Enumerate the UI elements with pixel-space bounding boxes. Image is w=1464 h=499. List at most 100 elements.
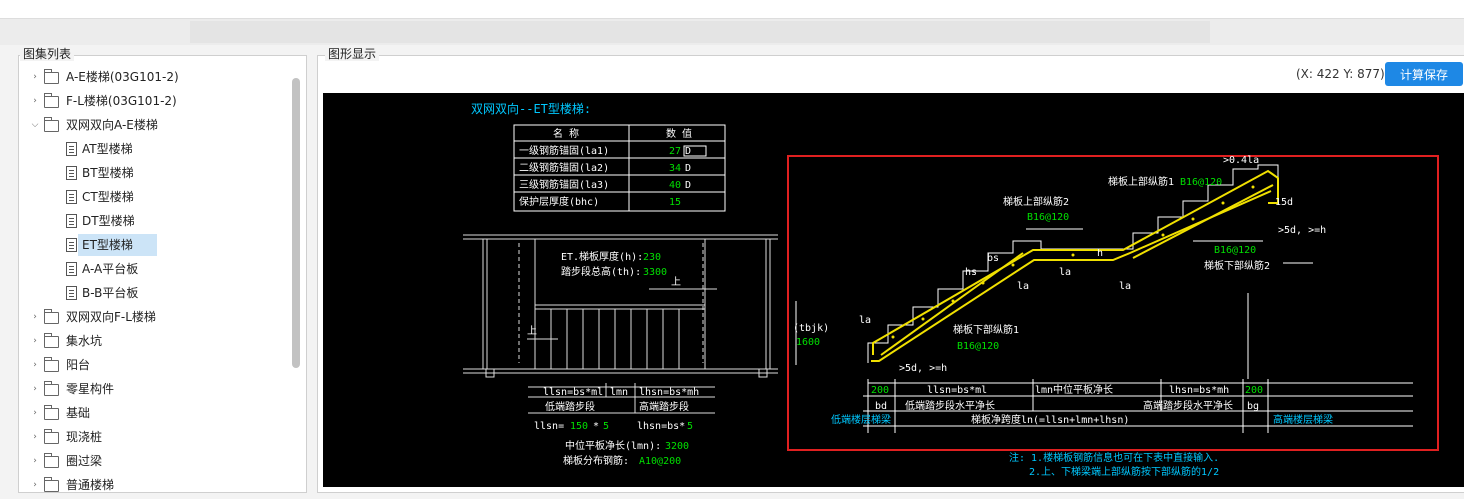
chevron-right-icon[interactable]: ›: [30, 66, 40, 88]
chevron-right-icon[interactable]: ›: [30, 330, 40, 352]
sec-la-2: la: [1017, 281, 1029, 292]
chevron-right-icon[interactable]: ›: [30, 474, 40, 496]
tree-item[interactable]: › 双网双向F-L楼梯: [24, 306, 286, 330]
folder-icon: [44, 405, 59, 420]
tree-item[interactable]: BT型楼梯: [24, 162, 286, 186]
chevron-right-icon[interactable]: ›: [30, 90, 40, 112]
folder-icon: [44, 93, 59, 108]
sec-bg-value: 200: [1245, 385, 1263, 396]
tree-item-label: 圈过梁: [66, 454, 103, 468]
folder-icon: [44, 69, 59, 84]
sec-bot2-value: B16@120: [1214, 245, 1256, 256]
window-title-bar: [0, 0, 1464, 19]
sec-top2-label: 梯板上部纵筋2: [1003, 195, 1069, 208]
folder-icon: [44, 477, 59, 492]
atlas-tree: › A-E楼梯(03G101-2) › F-L楼梯(03G101-2) ⌵ 双网双向A-E…: [24, 66, 286, 498]
tree-item-label: 零星构件: [66, 382, 115, 396]
sec-hs: hs: [965, 267, 977, 278]
folder-icon: [44, 309, 59, 324]
param-value[interactable]: 27: [669, 146, 681, 157]
tree-item-label: ET型楼梯: [78, 234, 157, 256]
tree-item[interactable]: › 阳台: [24, 354, 286, 378]
sec-la-1: la: [1059, 267, 1071, 278]
note-line-1: 注: 1.楼梯板钢筋信息也可在下表中直接输入.: [1009, 451, 1219, 464]
tree-item[interactable]: › 零星构件: [24, 378, 286, 402]
chevron-right-icon[interactable]: ›: [30, 306, 40, 328]
tree-item[interactable]: AT型楼梯: [24, 138, 286, 162]
tree-item[interactable]: › A-E楼梯(03G101-2): [24, 66, 286, 90]
folder-icon: [44, 381, 59, 396]
sec-5d-left: >5d, >=h: [899, 363, 947, 374]
toolbar: [0, 19, 1464, 45]
param-value[interactable]: 40: [669, 180, 681, 191]
sec-tbjk: (tbjk): [793, 323, 829, 334]
chevron-right-icon[interactable]: ›: [30, 378, 40, 400]
tree-item-label: 双网双向A-E楼梯: [66, 118, 158, 132]
tree-item[interactable]: › F-L楼梯(03G101-2): [24, 90, 286, 114]
param-name: 三级钢筋锚固(la3): [519, 178, 609, 191]
param-value[interactable]: 15: [669, 197, 681, 208]
tree-item[interactable]: B-B平台板: [24, 282, 286, 306]
sec-bd-value: 200: [871, 385, 889, 396]
document-icon: [66, 166, 77, 180]
param-value[interactable]: 34: [669, 163, 681, 174]
tree-item[interactable]: ET型楼梯: [24, 234, 286, 258]
document-icon: [66, 190, 77, 204]
tree-item-label: B-B平台板: [82, 286, 139, 300]
lhsn-count: 5: [687, 421, 693, 432]
tree-item[interactable]: › 普通楼梯: [24, 474, 286, 498]
mid-plate-value: 3200: [665, 441, 689, 452]
cursor-coords: (X: 422 Y: 877): [1296, 67, 1385, 81]
sec-dim-lhsn: lhsn=bs*mh: [1169, 385, 1229, 396]
param-name: 二级钢筋锚固(la2): [519, 161, 609, 174]
tree-item[interactable]: CT型楼梯: [24, 186, 286, 210]
tree-item-label: CT型楼梯: [82, 190, 134, 204]
sec-bg: bg: [1247, 401, 1259, 412]
document-icon: [66, 286, 77, 300]
sec-top-value: B16@120: [1180, 177, 1222, 188]
plan-dim-lmn: lmn: [610, 387, 628, 398]
distribution-bar-label: 梯板分布钢筋:: [563, 454, 629, 467]
sec-la-4: la: [859, 315, 871, 326]
chevron-right-icon[interactable]: ›: [30, 426, 40, 448]
table-header-name: 名 称: [553, 127, 579, 140]
sec-top-label: 梯板上部纵筋1: [1108, 175, 1174, 188]
folder-icon: [44, 357, 59, 372]
plan-thickness-label: ET.梯板厚度(h):: [561, 250, 643, 263]
drawing-canvas[interactable]: 双网双向--ET型楼梯: 名 称 数 值 一级钢筋锚固(la1) 27 D 二级钢筋锚…: [323, 93, 1464, 487]
sec-bot2-label: 梯板下部纵筋2: [1204, 259, 1270, 272]
plan-dim-lhsn: lhsn=bs*mh: [639, 387, 699, 398]
tree-item[interactable]: A-A平台板: [24, 258, 286, 282]
tree-item[interactable]: ⌵ 双网双向A-E楼梯: [24, 114, 286, 138]
llsn-label: llsn=: [534, 421, 564, 432]
tree-scrollbar[interactable]: [292, 78, 300, 368]
plan-low-segment: 低端踏步段: [545, 400, 595, 413]
sec-04la: >0.4la: [1223, 155, 1259, 166]
tree-item[interactable]: DT型楼梯: [24, 210, 286, 234]
sec-bd: bd: [875, 401, 887, 412]
param-unit: D: [685, 146, 691, 157]
tree-item[interactable]: › 基础: [24, 402, 286, 426]
tree-item-label: 基础: [66, 406, 91, 420]
plan-up-left: 上: [527, 325, 537, 337]
plan-height-value: 3300: [643, 267, 667, 278]
sec-low-flat: 低端踏步段水平净长: [905, 399, 995, 412]
tree-item-label: A-A平台板: [82, 262, 139, 276]
llsn-mult: *: [593, 421, 599, 432]
tree-item[interactable]: › 圈过梁: [24, 450, 286, 474]
chevron-right-icon[interactable]: ›: [30, 450, 40, 472]
table-header-value: 数 值: [666, 127, 692, 140]
tree-item[interactable]: › 集水坑: [24, 330, 286, 354]
tree-item-label: 集水坑: [66, 334, 103, 348]
chevron-right-icon[interactable]: ›: [30, 354, 40, 376]
calculate-save-button[interactable]: 计算保存: [1385, 62, 1463, 86]
chevron-down-icon[interactable]: ⌵: [30, 114, 40, 136]
tree-item-label: 现浇桩: [66, 430, 103, 444]
sec-bs: bs: [987, 253, 999, 264]
plan-up-right: 上: [671, 276, 681, 288]
chevron-right-icon[interactable]: ›: [30, 402, 40, 424]
sec-high-beam: 高端楼层梯梁: [1273, 413, 1333, 426]
sec-h: h: [1097, 248, 1103, 259]
tree-item[interactable]: › 现浇桩: [24, 426, 286, 450]
sec-tbjk-value: 1600: [796, 337, 820, 348]
